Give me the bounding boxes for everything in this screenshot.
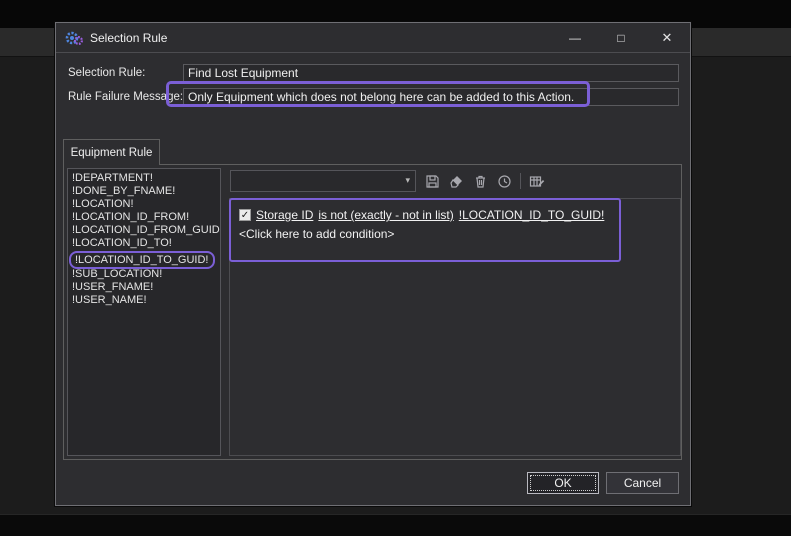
tab-equipment-rule[interactable]: Equipment Rule (63, 139, 160, 165)
equipment-rule-tabpage: !DEPARTMENT! !DONE_BY_FNAME! !LOCATION! … (63, 164, 682, 460)
save-icon[interactable] (424, 173, 440, 189)
window-controls: — □ ✕ (552, 23, 690, 52)
gears-icon (65, 30, 83, 46)
clear-icon[interactable] (448, 173, 464, 189)
list-item[interactable]: !LOCATION! (68, 198, 220, 211)
desktop-strip-bottom (0, 514, 791, 536)
condition-editor[interactable]: ✓ Storage ID is not (exactly - not in li… (229, 198, 681, 456)
filter-toolbar (424, 170, 545, 192)
window-title: Selection Rule (90, 31, 167, 45)
list-item[interactable]: !DONE_BY_FNAME! (68, 185, 220, 198)
list-item[interactable]: !USER_FNAME! (68, 281, 220, 294)
filter-name-combobox[interactable]: ▾ (230, 170, 416, 192)
clock-icon[interactable] (496, 173, 512, 189)
condition-operator[interactable]: is not (exactly - not in list) (318, 208, 453, 222)
condition-field[interactable]: Storage ID (256, 208, 313, 222)
selection-rule-label: Selection Rule: (68, 67, 145, 79)
titlebar[interactable]: Selection Rule — □ ✕ (56, 23, 690, 53)
condition-checkbox[interactable]: ✓ (239, 209, 251, 221)
maximize-button[interactable]: □ (598, 23, 644, 52)
tab-label: Equipment Rule (71, 147, 153, 159)
failure-message-input[interactable] (183, 88, 679, 106)
close-button[interactable]: ✕ (644, 23, 690, 52)
cancel-button[interactable]: Cancel (606, 472, 679, 494)
minimize-button[interactable]: — (552, 23, 598, 52)
condition-value[interactable]: !LOCATION_ID_TO_GUID! (459, 208, 605, 222)
toolbar-separator (520, 173, 521, 189)
delete-icon[interactable] (472, 173, 488, 189)
ok-button[interactable]: OK (527, 472, 599, 494)
add-condition-link[interactable]: <Click here to add condition> (239, 227, 394, 241)
failure-message-label: Rule Failure Message: (68, 91, 183, 103)
condition-row[interactable]: ✓ Storage ID is not (exactly - not in li… (239, 208, 609, 222)
list-item[interactable]: !DEPARTMENT! (68, 172, 220, 185)
list-item-highlighted[interactable]: !LOCATION_ID_TO_GUID! (69, 251, 215, 269)
list-item[interactable]: !LOCATION_ID_FROM! (68, 211, 220, 224)
list-item[interactable]: !LOCATION_ID_FROM_GUID! (68, 224, 220, 237)
desktop: Selection Rule — □ ✕ Selection Rule: Rul… (0, 0, 791, 536)
list-item[interactable]: !SUB_LOCATION! (68, 268, 220, 281)
selection-rule-dialog: Selection Rule — □ ✕ Selection Rule: Rul… (55, 22, 691, 506)
selection-rule-input[interactable] (183, 64, 679, 82)
list-item[interactable]: !USER_NAME! (68, 294, 220, 307)
list-item[interactable]: !LOCATION_ID_TO! (68, 237, 220, 250)
chevron-down-icon[interactable]: ▾ (405, 175, 410, 186)
token-list: !DEPARTMENT! !DONE_BY_FNAME! !LOCATION! … (67, 168, 221, 456)
filter-editor-icon[interactable] (529, 173, 545, 189)
